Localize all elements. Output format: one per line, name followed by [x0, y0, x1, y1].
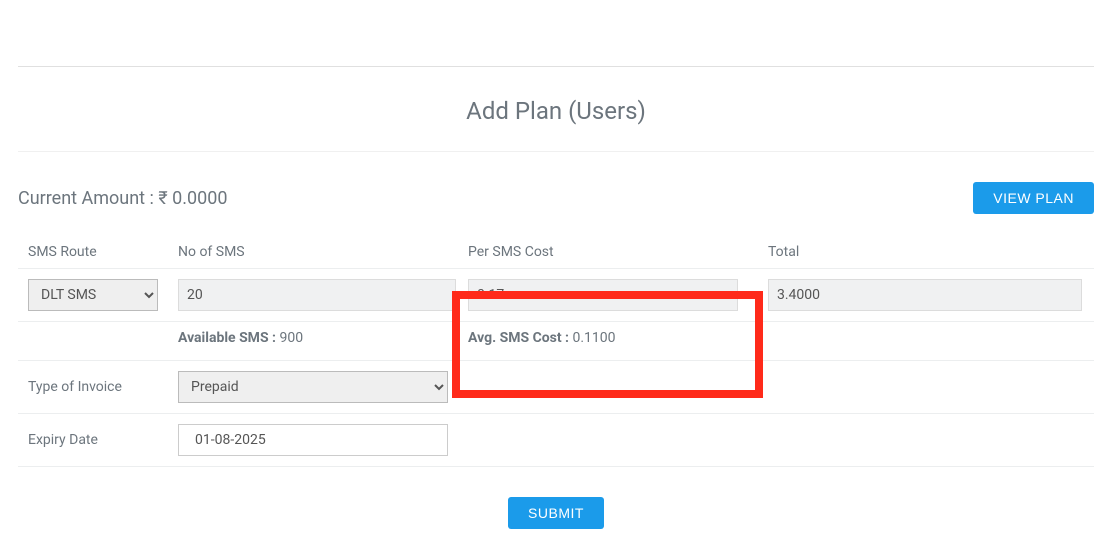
- current-amount-value: ₹ 0.0000: [158, 188, 227, 209]
- invoice-row: Type of Invoice Prepaid: [18, 361, 1094, 414]
- header-sms-route: SMS Route: [18, 232, 178, 269]
- header-per-sms-cost: Per SMS Cost: [468, 232, 768, 269]
- header-no-of-sms: No of SMS: [178, 232, 468, 269]
- plan-form-table: SMS Route No of SMS Per SMS Cost Total D…: [18, 232, 1094, 467]
- invoice-type-label: Type of Invoice: [18, 361, 178, 414]
- available-sms-label: Available SMS :: [178, 330, 279, 346]
- input-row: DLT SMS: [18, 269, 1094, 322]
- avg-cost-label: Avg. SMS Cost :: [468, 330, 572, 346]
- current-amount-label: Current Amount :: [18, 188, 158, 209]
- invoice-type-select[interactable]: Prepaid: [178, 371, 448, 403]
- no-of-sms-input[interactable]: [178, 279, 456, 311]
- expiry-row: Expiry Date: [18, 414, 1094, 467]
- current-amount: Current Amount : ₹ 0.0000: [18, 188, 227, 209]
- available-sms-value: 900: [279, 330, 303, 346]
- table-header-row: SMS Route No of SMS Per SMS Cost Total: [18, 232, 1094, 269]
- sms-route-select[interactable]: DLT SMS: [28, 279, 158, 311]
- per-sms-cost-input[interactable]: [468, 279, 738, 311]
- info-row: Available SMS : 900 Avg. SMS Cost : 0.11…: [18, 322, 1094, 361]
- view-plan-button[interactable]: VIEW PLAN: [973, 182, 1094, 214]
- expiry-date-label: Expiry Date: [18, 414, 178, 467]
- avg-cost-value: 0.1100: [572, 330, 615, 346]
- expiry-date-input[interactable]: [178, 424, 448, 456]
- submit-button[interactable]: SUBMIT: [508, 497, 604, 529]
- total-input[interactable]: [768, 279, 1082, 311]
- page-title: Add Plan (Users): [18, 67, 1094, 151]
- title-divider: [18, 151, 1094, 152]
- header-total: Total: [768, 232, 1094, 269]
